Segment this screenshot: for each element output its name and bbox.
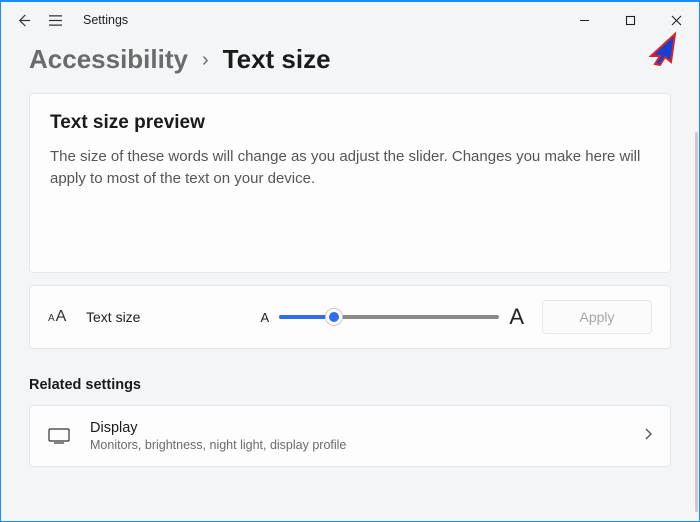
menu-icon[interactable]	[47, 12, 63, 28]
display-settings-link[interactable]: Display Monitors, brightness, night ligh…	[29, 405, 671, 467]
back-icon[interactable]	[15, 12, 31, 28]
breadcrumb-separator-icon: ›	[202, 49, 209, 72]
display-link-subtitle: Monitors, brightness, night light, displ…	[90, 438, 644, 452]
preview-body: The size of these words will change as y…	[50, 146, 650, 190]
preview-title: Text size preview	[50, 112, 650, 134]
minimize-button[interactable]	[561, 4, 607, 36]
titlebar: Settings	[1, 2, 699, 38]
text-size-icon: AA	[48, 308, 74, 326]
maximize-button[interactable]	[607, 4, 653, 36]
slider-thumb[interactable]	[326, 309, 342, 325]
text-size-slider[interactable]	[279, 315, 499, 319]
slider-min-icon: A	[260, 310, 269, 325]
scrollbar[interactable]	[695, 132, 698, 512]
window-controls	[561, 4, 699, 36]
slider-control: A A	[260, 304, 524, 330]
text-size-slider-card: AA Text size A A Apply	[29, 285, 671, 349]
slider-max-icon: A	[509, 304, 524, 330]
display-link-title: Display	[90, 420, 644, 436]
titlebar-left: Settings	[15, 12, 128, 28]
text-size-preview-card: Text size preview The size of these word…	[29, 93, 671, 273]
app-title: Settings	[83, 13, 128, 27]
breadcrumb-current: Text size	[223, 44, 331, 75]
close-button[interactable]	[653, 4, 699, 36]
display-link-text: Display Monitors, brightness, night ligh…	[90, 420, 644, 452]
breadcrumb-parent[interactable]: Accessibility	[29, 44, 188, 75]
breadcrumb: Accessibility › Text size	[29, 44, 671, 75]
chevron-right-icon	[644, 427, 652, 445]
related-settings-heading: Related settings	[29, 377, 671, 393]
display-icon	[48, 428, 76, 444]
content-area: Accessibility › Text size Text size prev…	[1, 38, 699, 521]
apply-button[interactable]: Apply	[542, 300, 652, 334]
slider-label: Text size	[86, 309, 140, 325]
